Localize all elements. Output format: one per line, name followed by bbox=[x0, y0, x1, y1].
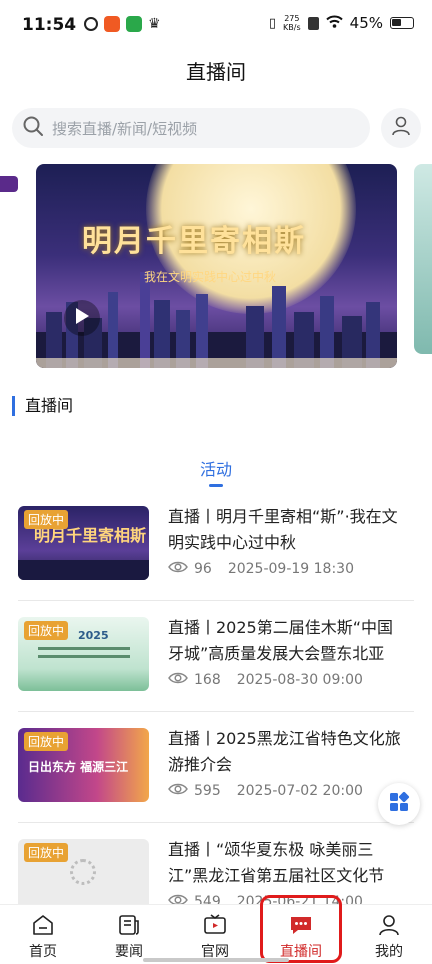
divider bbox=[18, 711, 414, 712]
thumbnail-line bbox=[38, 647, 130, 650]
nav-home[interactable]: 首页 bbox=[0, 905, 86, 964]
prev-banner-peek[interactable] bbox=[0, 176, 18, 192]
list-item[interactable]: 日出东方 福源三江 回放中 直播丨2025黑龙江省特色文化旅游推介会 595 2… bbox=[0, 728, 432, 840]
user-icon bbox=[377, 913, 401, 937]
tab-active-indicator bbox=[209, 484, 223, 487]
vibrate-icon: ▯ bbox=[268, 15, 277, 31]
battery-level: 45% bbox=[349, 14, 383, 32]
play-button[interactable] bbox=[64, 300, 100, 336]
thumbnail: 日出东方 福源三江 回放中 bbox=[18, 728, 149, 802]
nav-label: 我的 bbox=[375, 944, 403, 960]
news-icon bbox=[117, 913, 141, 937]
notification-icons: ♛ bbox=[84, 16, 161, 32]
replay-badge: 回放中 bbox=[24, 732, 69, 751]
play-icon bbox=[74, 307, 90, 329]
list-item[interactable]: 明月千里寄相斯 回放中 直播丨明月千里寄相“斯”·我在文明实践中心过中秋 96 … bbox=[0, 506, 432, 618]
replay-badge: 回放中 bbox=[24, 510, 69, 529]
thumbnail-caption: 日出东方 福源三江 bbox=[28, 760, 129, 774]
network-speed: 275 KB/s bbox=[283, 14, 301, 32]
item-date: 2025-07-02 20:00 bbox=[236, 783, 363, 799]
loading-spinner-icon bbox=[70, 859, 96, 885]
next-banner-peek[interactable] bbox=[414, 164, 432, 354]
floating-apps-button[interactable] bbox=[378, 783, 420, 825]
item-date: 2025-08-30 09:00 bbox=[236, 672, 363, 688]
item-meta: 168 2025-08-30 09:00 bbox=[168, 671, 363, 689]
search-placeholder: 搜索直播/新闻/短视频 bbox=[52, 119, 198, 138]
nav-official-site[interactable]: 官网 bbox=[172, 905, 258, 964]
item-title: 直播丨2025黑龙江省特色文化旅游推介会 bbox=[168, 729, 401, 774]
user-icon bbox=[390, 115, 412, 141]
app-notification-icon bbox=[126, 16, 142, 32]
sim-icon bbox=[307, 16, 319, 30]
thumbnail-line bbox=[38, 655, 130, 658]
status-bar: 11:54 ♛ ▯ 275 KB/s 45% bbox=[0, 0, 432, 50]
banner-subtitle: 我在文明实践中心过中秋 bbox=[144, 270, 277, 284]
item-meta: 595 2025-07-02 20:00 bbox=[168, 782, 363, 800]
view-count: 595 bbox=[194, 783, 221, 799]
home-icon bbox=[31, 913, 55, 937]
user-profile-button[interactable] bbox=[381, 108, 421, 148]
thumbnail: 回放中 bbox=[18, 839, 149, 913]
bottom-navigation: 首页 要闻 官网 直播间 我的 bbox=[0, 904, 432, 964]
app-notification-icon bbox=[84, 17, 98, 31]
banner-carousel[interactable]: 明月千里寄相斯 我在文明实践中心过中秋 bbox=[0, 164, 432, 370]
thumbnail-caption: 2025 bbox=[78, 629, 109, 642]
crown-icon: ♛ bbox=[148, 16, 161, 32]
divider bbox=[18, 822, 414, 823]
item-title: 直播丨明月千里寄相“斯”·我在文明实践中心过中秋 bbox=[168, 507, 398, 552]
thumbnail: 明月千里寄相斯 回放中 bbox=[18, 506, 149, 580]
search-input[interactable]: 搜索直播/新闻/短视频 bbox=[12, 108, 370, 148]
home-indicator[interactable] bbox=[143, 958, 289, 962]
search-icon bbox=[22, 115, 44, 141]
skyline-graphic bbox=[18, 560, 149, 580]
banner-title: 明月千里寄相斯 bbox=[82, 224, 306, 259]
eye-icon bbox=[168, 782, 188, 800]
divider bbox=[18, 600, 414, 601]
thumbnail: 2025 回放中 bbox=[18, 617, 149, 691]
item-meta: 96 2025-09-19 18:30 bbox=[168, 560, 354, 578]
section-title: 直播间 bbox=[12, 396, 73, 416]
grid-apps-icon bbox=[388, 791, 410, 817]
view-count: 96 bbox=[194, 561, 212, 577]
banner-slide[interactable]: 明月千里寄相斯 我在文明实践中心过中秋 bbox=[36, 164, 397, 368]
nav-profile[interactable]: 我的 bbox=[346, 905, 432, 964]
app-notification-icon bbox=[104, 16, 120, 32]
nav-news[interactable]: 要闻 bbox=[86, 905, 172, 964]
item-title: 直播丨“颂华夏东极 咏美丽三江”黑龙江省第五届社区文化节（佳木… bbox=[168, 840, 385, 885]
eye-icon bbox=[168, 560, 188, 578]
item-date: 2025-09-19 18:30 bbox=[227, 561, 354, 577]
active-nav-highlight bbox=[260, 895, 342, 963]
page-title: 直播间 bbox=[186, 60, 246, 84]
item-title: 直播丨2025第二届佳木斯“中国牙城”高质量发展大会暨东北亚口… bbox=[168, 618, 394, 663]
replay-badge: 回放中 bbox=[24, 621, 69, 640]
view-count: 168 bbox=[194, 672, 221, 688]
status-time: 11:54 bbox=[22, 15, 77, 35]
eye-icon bbox=[168, 671, 188, 689]
tab-activity[interactable]: 活动 bbox=[0, 456, 432, 480]
replay-badge: 回放中 bbox=[24, 843, 69, 862]
wifi-icon bbox=[325, 14, 343, 32]
tv-icon bbox=[203, 913, 227, 937]
nav-label: 首页 bbox=[29, 944, 57, 960]
list-item[interactable]: 2025 回放中 直播丨2025第二届佳木斯“中国牙城”高质量发展大会暨东北亚口… bbox=[0, 617, 432, 729]
battery-icon bbox=[390, 17, 414, 29]
